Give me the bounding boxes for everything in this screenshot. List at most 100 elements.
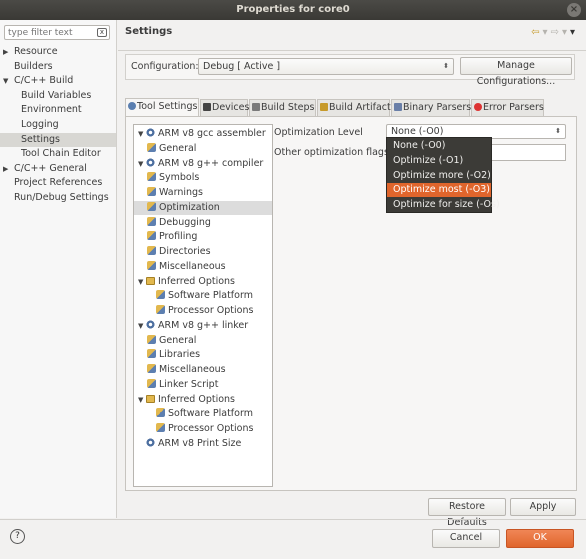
nav-item-builders[interactable]: Builders xyxy=(0,60,116,74)
expanded-arrow-icon[interactable]: ▼ xyxy=(138,157,146,171)
expanded-arrow-icon[interactable]: ▼ xyxy=(3,74,8,88)
error-parsers-icon xyxy=(474,103,482,111)
nav-item-settings[interactable]: Settings xyxy=(0,132,116,147)
nav-item-logging[interactable]: Logging xyxy=(0,118,116,132)
option-category-icon xyxy=(147,334,156,344)
option-category-icon xyxy=(147,378,156,388)
collapsed-arrow-icon[interactable]: ▶ xyxy=(3,45,8,59)
dropdown-option-optimize-for-size-os[interactable]: Optimize for size (-Os) xyxy=(387,198,500,212)
tree-item-inferred-options[interactable]: ▼ Inferred Options xyxy=(134,275,235,289)
dropdown-option-optimize-most-o3[interactable]: Optimize most (-O3) xyxy=(387,183,491,198)
apply-button[interactable]: Apply xyxy=(510,498,576,516)
tree-item-linker-script[interactable]: Linker Script xyxy=(134,378,218,392)
configuration-value: Debug [ Active ] xyxy=(203,61,281,72)
tree-item-miscellaneous[interactable]: Miscellaneous xyxy=(134,363,226,377)
tree-item-processor-options[interactable]: Processor Options xyxy=(134,422,253,436)
tab-build-artifact[interactable]: Build Artifact xyxy=(317,99,391,116)
tree-item-software-platform[interactable]: Software Platform xyxy=(134,407,253,421)
properties-nav-panel: x ▶ Resource Builders ▼ C/C++ Build Build Var… xyxy=(0,20,117,518)
tree-item-optimization[interactable]: Optimization xyxy=(134,200,272,215)
nav-item-label: Builders xyxy=(14,60,53,72)
option-category-icon xyxy=(147,187,156,196)
collapsed-arrow-icon[interactable]: ▶ xyxy=(3,162,8,176)
tab-binary-parsers[interactable]: Binary Parsers xyxy=(391,99,471,116)
tree-item-inferred-options[interactable]: ▼ Inferred Options xyxy=(134,393,235,407)
clear-filter-icon[interactable]: x xyxy=(97,28,107,37)
page-header: Settings ⇦▾⇨▾▾ xyxy=(118,20,586,46)
tree-item-label: Processor Options xyxy=(168,423,254,434)
tab-error-parsers[interactable]: Error Parsers xyxy=(471,99,544,116)
tool-tree[interactable]: ▼ ARM v8 gcc assembler General ▼ ARM v8 g++ … xyxy=(133,124,273,487)
tree-item-symbols[interactable]: Symbols xyxy=(134,171,199,185)
expanded-arrow-icon[interactable]: ▼ xyxy=(138,127,146,141)
nav-item-run-debug-settings[interactable]: Run/Debug Settings xyxy=(0,191,116,205)
tree-item-arm-v8-g-compiler[interactable]: ▼ ARM v8 g++ compiler xyxy=(134,157,263,171)
tree-item-profiling[interactable]: Profiling xyxy=(134,230,197,244)
ok-button[interactable]: OK xyxy=(506,529,574,548)
filter-input[interactable] xyxy=(5,26,95,39)
tree-item-label: Directories xyxy=(159,246,211,257)
tree-item-arm-v8-print-size[interactable]: ARM v8 Print Size xyxy=(134,437,241,451)
nav-item-label: C/C++ Build xyxy=(14,75,74,87)
configuration-select[interactable]: Debug [ Active ] ⬍ xyxy=(198,58,454,75)
page-title: Settings xyxy=(125,26,173,37)
window-titlebar: Properties for core0 × xyxy=(0,0,586,20)
dropdown-small-icon[interactable]: ▾ xyxy=(562,27,570,38)
tree-item-label: Libraries xyxy=(159,349,201,361)
view-menu-icon[interactable]: ▾ xyxy=(570,27,578,38)
tree-item-arm-v8-gcc-assembler[interactable]: ▼ ARM v8 gcc assembler xyxy=(134,127,266,141)
tree-item-label: Miscellaneous xyxy=(159,260,226,272)
option-category-icon xyxy=(147,231,156,241)
tree-item-directories[interactable]: Directories xyxy=(134,245,211,259)
expanded-arrow-icon[interactable]: ▼ xyxy=(138,393,146,407)
tree-item-label: Warnings xyxy=(159,187,204,198)
tree-item-processor-options[interactable]: Processor Options xyxy=(134,304,253,318)
tab-label: Error Parsers xyxy=(483,102,544,113)
expanded-arrow-icon[interactable]: ▼ xyxy=(138,275,146,289)
nav-item-label: Resource xyxy=(14,46,58,57)
tab-devices[interactable]: Devices xyxy=(200,99,249,116)
tab-build-steps[interactable]: Build Steps xyxy=(249,99,316,116)
page-navigation: ⇦▾⇨▾▾ xyxy=(531,27,578,38)
nav-item-project-references[interactable]: Project References xyxy=(0,176,116,190)
tree-item-label: General xyxy=(159,334,197,346)
nav-item-c-c-build[interactable]: ▼ C/C++ Build xyxy=(0,74,116,88)
tree-item-debugging[interactable]: Debugging xyxy=(134,216,211,230)
tree-item-label: Optimization xyxy=(159,201,220,213)
forward-arrow-icon[interactable]: ⇨ xyxy=(551,27,562,38)
filter-field[interactable]: x xyxy=(4,25,110,40)
dropdown-option-none-o0[interactable]: None (-O0) xyxy=(387,139,491,153)
tree-item-label: Software Platform xyxy=(168,290,253,302)
tree-item-warnings[interactable]: Warnings xyxy=(134,186,203,200)
manage-configurations-button[interactable]: Manage Configurations... xyxy=(460,57,572,87)
tree-item-miscellaneous[interactable]: Miscellaneous xyxy=(134,260,226,274)
restore-defaults-button[interactable]: Restore Defaults xyxy=(428,498,506,528)
nav-item-c-c-general[interactable]: ▶ C/C++ General xyxy=(0,162,116,176)
tab-tool-settings[interactable]: Tool Settings xyxy=(125,98,199,117)
tree-item-general[interactable]: General xyxy=(134,334,196,348)
dropdown-small-icon[interactable]: ▾ xyxy=(543,27,551,38)
tree-item-libraries[interactable]: Libraries xyxy=(134,348,200,362)
cancel-button[interactable]: Cancel xyxy=(432,529,500,548)
option-category-icon xyxy=(156,305,165,314)
nav-item-label: Settings xyxy=(21,133,60,145)
nav-item-tool-chain-editor[interactable]: Tool Chain Editor xyxy=(0,147,116,161)
option-category-icon xyxy=(147,349,156,359)
tree-item-software-platform[interactable]: Software Platform xyxy=(134,289,253,303)
close-window-button[interactable]: × xyxy=(567,3,581,17)
tree-item-label: Processor Options xyxy=(168,305,254,316)
nav-item-resource[interactable]: ▶ Resource xyxy=(0,45,116,59)
expanded-arrow-icon[interactable]: ▼ xyxy=(138,319,146,333)
nav-item-environment[interactable]: Environment xyxy=(0,103,116,117)
dropdown-option-optimize-o1[interactable]: Optimize (-O1) xyxy=(387,154,491,168)
settings-page: Settings ⇦▾⇨▾▾ Configuration: Debug [ Ac… xyxy=(118,20,586,528)
tab-label: Build Steps xyxy=(261,102,315,113)
updown-icon: ⬍ xyxy=(443,62,449,70)
dropdown-option-optimize-more-o2[interactable]: Optimize more (-O2) xyxy=(387,169,491,183)
nav-item-build-variables[interactable]: Build Variables xyxy=(0,89,116,103)
help-icon[interactable]: ? xyxy=(10,529,25,544)
optimization-level-dropdown[interactable]: None (-O0) Optimize (-O1) Optimize more (-… xyxy=(386,137,500,213)
tree-item-arm-v8-g-linker[interactable]: ▼ ARM v8 g++ linker xyxy=(134,319,248,333)
back-arrow-icon[interactable]: ⇦ xyxy=(531,27,542,38)
tree-item-general[interactable]: General xyxy=(134,142,196,156)
